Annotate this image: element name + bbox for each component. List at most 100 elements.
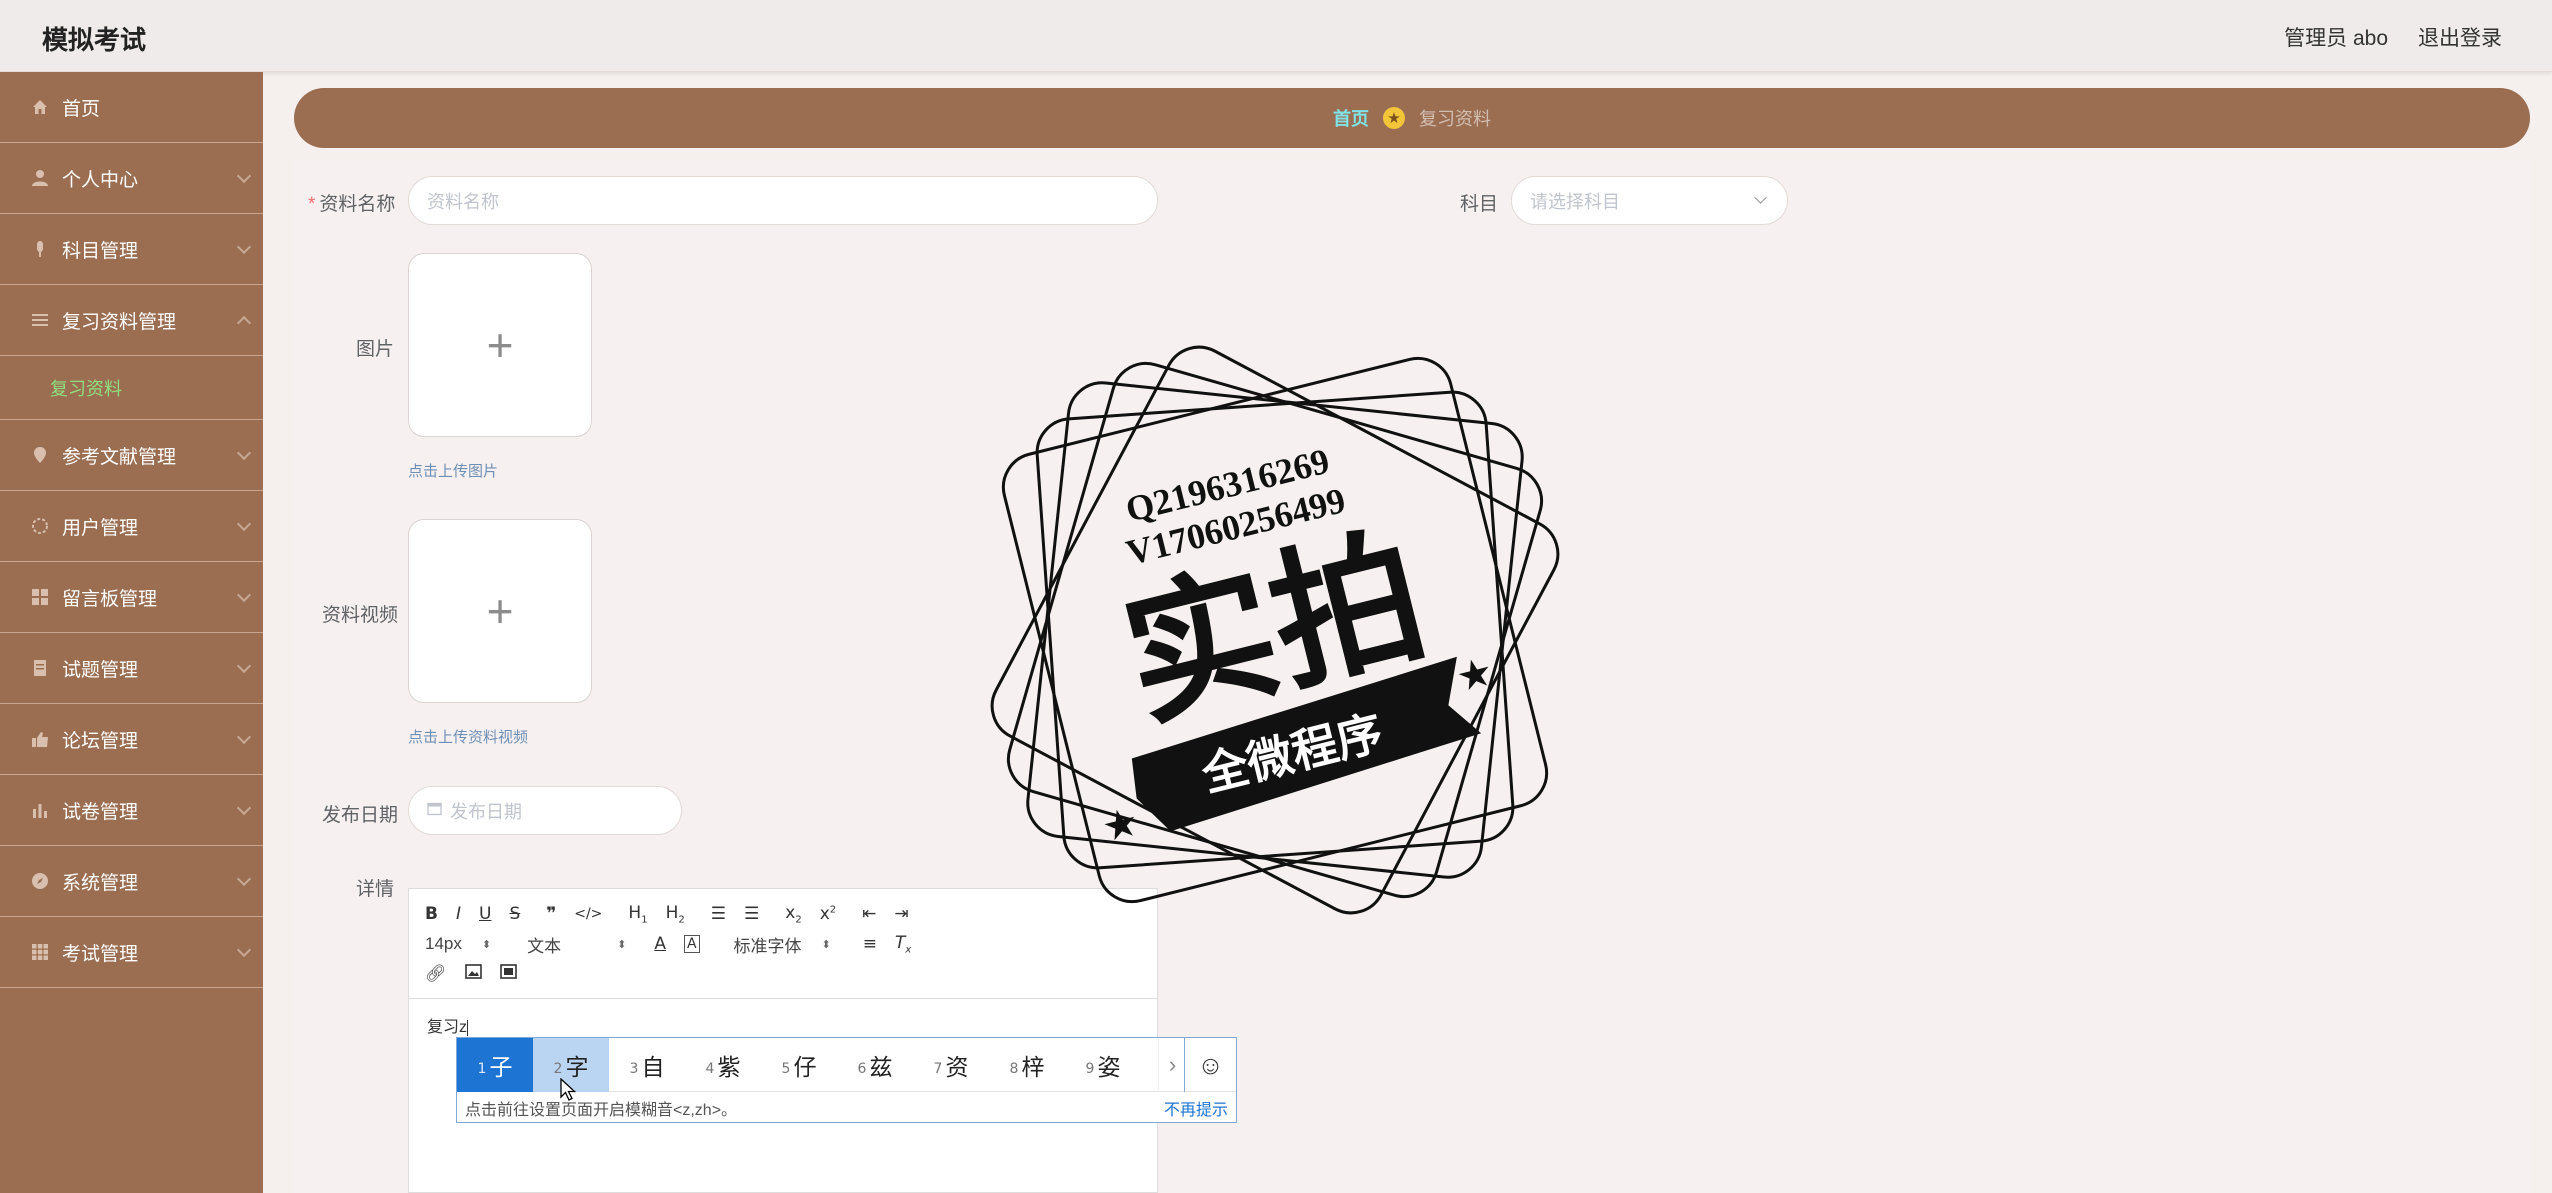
ime-candidate[interactable]: 1子 xyxy=(457,1037,533,1092)
ime-dismiss-link[interactable]: 不再提示 xyxy=(1164,1096,1228,1120)
subject-select[interactable]: 请选择科目 xyxy=(1511,176,1788,225)
ime-candidate[interactable]: 5仔 xyxy=(761,1038,837,1092)
image-upload-hint[interactable]: 点击上传图片 xyxy=(408,460,498,481)
subject-label: 科目 xyxy=(1460,194,1499,215)
outdent-icon[interactable]: ⇤ xyxy=(862,904,876,924)
ime-candidate[interactable]: 8梓 xyxy=(989,1038,1065,1092)
ime-candidate-char: 字 xyxy=(565,1054,589,1081)
ime-candidate[interactable]: 4紫 xyxy=(685,1038,761,1092)
video-icon[interactable] xyxy=(499,964,517,984)
blockquote-icon[interactable]: ❞ xyxy=(546,904,556,924)
chevron-down-icon xyxy=(236,445,252,461)
plus-icon: + xyxy=(486,585,514,637)
heading1-button[interactable]: H1 xyxy=(628,903,647,925)
sidebar-item-exams[interactable]: 考试管理 xyxy=(0,917,263,988)
sidebar-item-review-materials-mgmt[interactable]: 复习资料管理 xyxy=(0,285,263,356)
heading2-button[interactable]: H2 xyxy=(666,903,685,925)
editor-toolbar: B I U S ❞ </> H1 H2 ☰ ☰ x2 x2 ⇤ ⇥ 14px ⬍ … xyxy=(409,889,1157,999)
ime-tip-text[interactable]: 点击前往设置页面开启模糊音<z,zh>。 xyxy=(465,1096,737,1120)
sidebar-item-papers[interactable]: 试卷管理 xyxy=(0,775,263,846)
breadcrumb-current: 复习资料 xyxy=(1419,109,1491,129)
ime-candidate-char: 自 xyxy=(641,1054,665,1081)
logout-link[interactable]: 退出登录 xyxy=(2418,22,2502,52)
sidebar-item-label: 复习资料管理 xyxy=(62,311,177,333)
sidebar-item-label: 论坛管理 xyxy=(62,730,139,752)
app-title: 模拟考试 xyxy=(42,25,147,55)
grid-icon xyxy=(30,587,50,607)
gear-outline-icon xyxy=(30,516,50,536)
ime-candidate[interactable]: 7资 xyxy=(913,1038,989,1092)
font-size-select[interactable]: 14px ⬍ xyxy=(425,934,491,954)
sidebar-subitem-review-materials[interactable]: 复习资料 xyxy=(0,356,263,420)
sidebar-item-home[interactable]: 首页 xyxy=(0,72,263,143)
link-icon[interactable]: 🔗︎ xyxy=(425,964,447,984)
bold-button[interactable]: B xyxy=(425,904,438,924)
ime-next-page-icon[interactable]: › xyxy=(1158,1038,1186,1092)
subscript-button[interactable]: x2 xyxy=(785,903,801,925)
name-label: * 资料名称 xyxy=(308,189,395,216)
home-icon xyxy=(30,97,50,117)
strikethrough-button[interactable]: S xyxy=(509,904,520,924)
sidebar-item-questions[interactable]: 试题管理 xyxy=(0,633,263,704)
date-placeholder: 发布日期 xyxy=(450,801,522,822)
current-user: 管理员 abo xyxy=(2284,27,2388,50)
font-family-select[interactable]: 标准字体 ⬍ xyxy=(734,932,831,957)
thumb-up-icon xyxy=(30,729,50,749)
breadcrumb-home[interactable]: 首页 xyxy=(1333,105,1369,131)
font-size-value: 14px xyxy=(425,934,462,953)
chevron-down-icon xyxy=(236,168,252,184)
italic-button[interactable]: I xyxy=(456,904,461,924)
select-arrows-icon: ⬍ xyxy=(617,938,627,951)
sidebar-item-message-board[interactable]: 留言板管理 xyxy=(0,562,263,633)
select-arrows-icon: ⬍ xyxy=(821,938,831,951)
sidebar-item-references[interactable]: 参考文献管理 xyxy=(0,420,263,491)
image-upload[interactable]: + xyxy=(408,253,592,437)
image-icon[interactable] xyxy=(464,964,482,984)
date-picker[interactable]: 发布日期 xyxy=(408,786,682,835)
sidebar-item-profile[interactable]: 个人中心 xyxy=(0,143,263,214)
compass-icon xyxy=(30,871,50,891)
detail-label: 详情 xyxy=(356,879,395,900)
indent-icon[interactable]: ⇥ xyxy=(894,904,908,924)
superscript-button[interactable]: x2 xyxy=(820,904,836,924)
ime-candidate-number: 9 xyxy=(1085,1060,1095,1077)
chevron-down-icon xyxy=(236,800,252,816)
sidebar-item-subjects[interactable]: 科目管理 xyxy=(0,214,263,285)
underline-button[interactable]: U xyxy=(479,904,491,924)
sidebar-item-label: 参考文献管理 xyxy=(62,446,177,468)
calendar-icon xyxy=(427,800,442,821)
name-input[interactable]: 资料名称 xyxy=(408,176,1158,225)
block-type-value: 文本 xyxy=(527,936,562,956)
ordered-list-icon[interactable]: ☰ xyxy=(711,904,726,924)
mouse-pointer-icon xyxy=(560,1077,578,1107)
align-icon[interactable]: ≡ xyxy=(863,934,877,954)
sidebar-item-forum[interactable]: 论坛管理 xyxy=(0,704,263,775)
sidebar-item-system[interactable]: 系统管理 xyxy=(0,846,263,917)
ime-candidate[interactable]: 3自 xyxy=(609,1038,685,1092)
clear-format-icon[interactable]: Tx xyxy=(895,933,911,955)
video-upload[interactable]: + xyxy=(408,519,592,703)
sidebar-item-label: 科目管理 xyxy=(62,240,139,262)
document-icon xyxy=(30,658,50,678)
sidebar-item-users[interactable]: 用户管理 xyxy=(0,491,263,562)
star-icon: ★ xyxy=(1383,107,1405,129)
video-upload-hint[interactable]: 点击上传资料视频 xyxy=(408,726,528,747)
name-input-placeholder: 资料名称 xyxy=(427,191,499,212)
bullet-list-icon[interactable]: ☰ xyxy=(744,904,759,924)
ime-candidate-char: 仔 xyxy=(793,1054,817,1081)
chevron-up-icon xyxy=(236,315,252,331)
ime-candidate[interactable]: 6兹 xyxy=(837,1038,913,1092)
chevron-down-icon xyxy=(236,239,252,255)
chevron-down-icon xyxy=(236,587,252,603)
ime-candidate-number: 1 xyxy=(477,1060,487,1077)
ime-candidate[interactable]: 9姿 xyxy=(1065,1038,1141,1092)
location-icon xyxy=(30,445,50,465)
block-type-select[interactable]: 文本 ⬍ xyxy=(527,932,626,957)
ime-candidate-char: 兹 xyxy=(869,1054,893,1081)
emoji-icon[interactable]: ☺ xyxy=(1184,1038,1236,1092)
video-label: 资料视频 xyxy=(322,605,399,626)
code-icon[interactable]: </> xyxy=(574,906,602,922)
sidebar-item-label: 首页 xyxy=(62,98,101,120)
text-color-icon[interactable]: A xyxy=(654,934,666,954)
background-color-icon[interactable]: A xyxy=(683,935,700,953)
